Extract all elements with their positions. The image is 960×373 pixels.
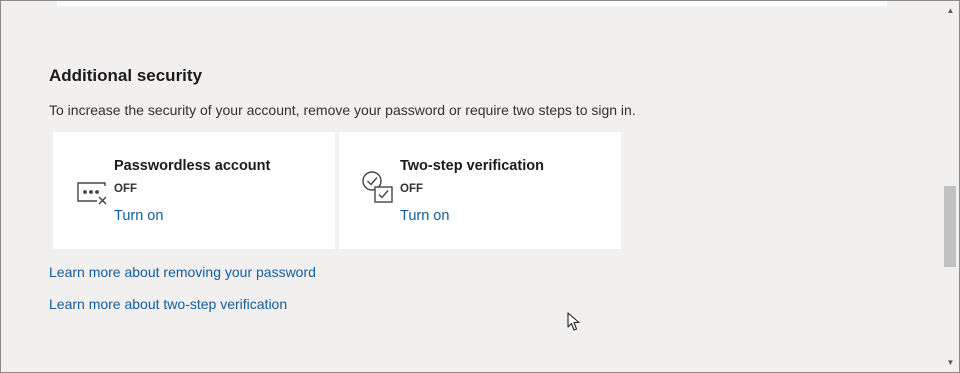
section-title: Additional security — [49, 66, 203, 85]
two-step-title: Two-step verification — [400, 158, 544, 174]
vertical-scrollbar[interactable]: ▲ ▼ — [942, 1, 959, 372]
learn-more-two-step-link[interactable]: Learn more about two-step verification — [49, 296, 287, 312]
learn-more-remove-password-link[interactable]: Learn more about removing your password — [49, 264, 316, 280]
previous-card-edge — [57, 1, 887, 6]
mouse-cursor-icon — [567, 312, 581, 332]
scroll-up-arrow-icon[interactable]: ▲ — [942, 2, 959, 19]
scroll-down-arrow-icon[interactable]: ▼ — [942, 354, 959, 371]
two-step-verification-card: Two-step verification OFF Turn on — [339, 132, 621, 249]
passwordless-status: OFF — [114, 183, 137, 195]
section-description: To increase the security of your account… — [49, 102, 636, 118]
two-step-turn-on-link[interactable]: Turn on — [400, 208, 449, 224]
passwordless-icon — [75, 170, 111, 206]
passwordless-title: Passwordless account — [114, 158, 271, 174]
scrollbar-thumb[interactable] — [944, 186, 956, 267]
page-frame: Additional security To increase the secu… — [0, 0, 960, 373]
passwordless-account-card: Passwordless account OFF Turn on — [53, 132, 335, 249]
two-step-status: OFF — [400, 183, 423, 195]
two-step-verification-icon — [361, 170, 397, 206]
passwordless-turn-on-link[interactable]: Turn on — [114, 208, 163, 224]
